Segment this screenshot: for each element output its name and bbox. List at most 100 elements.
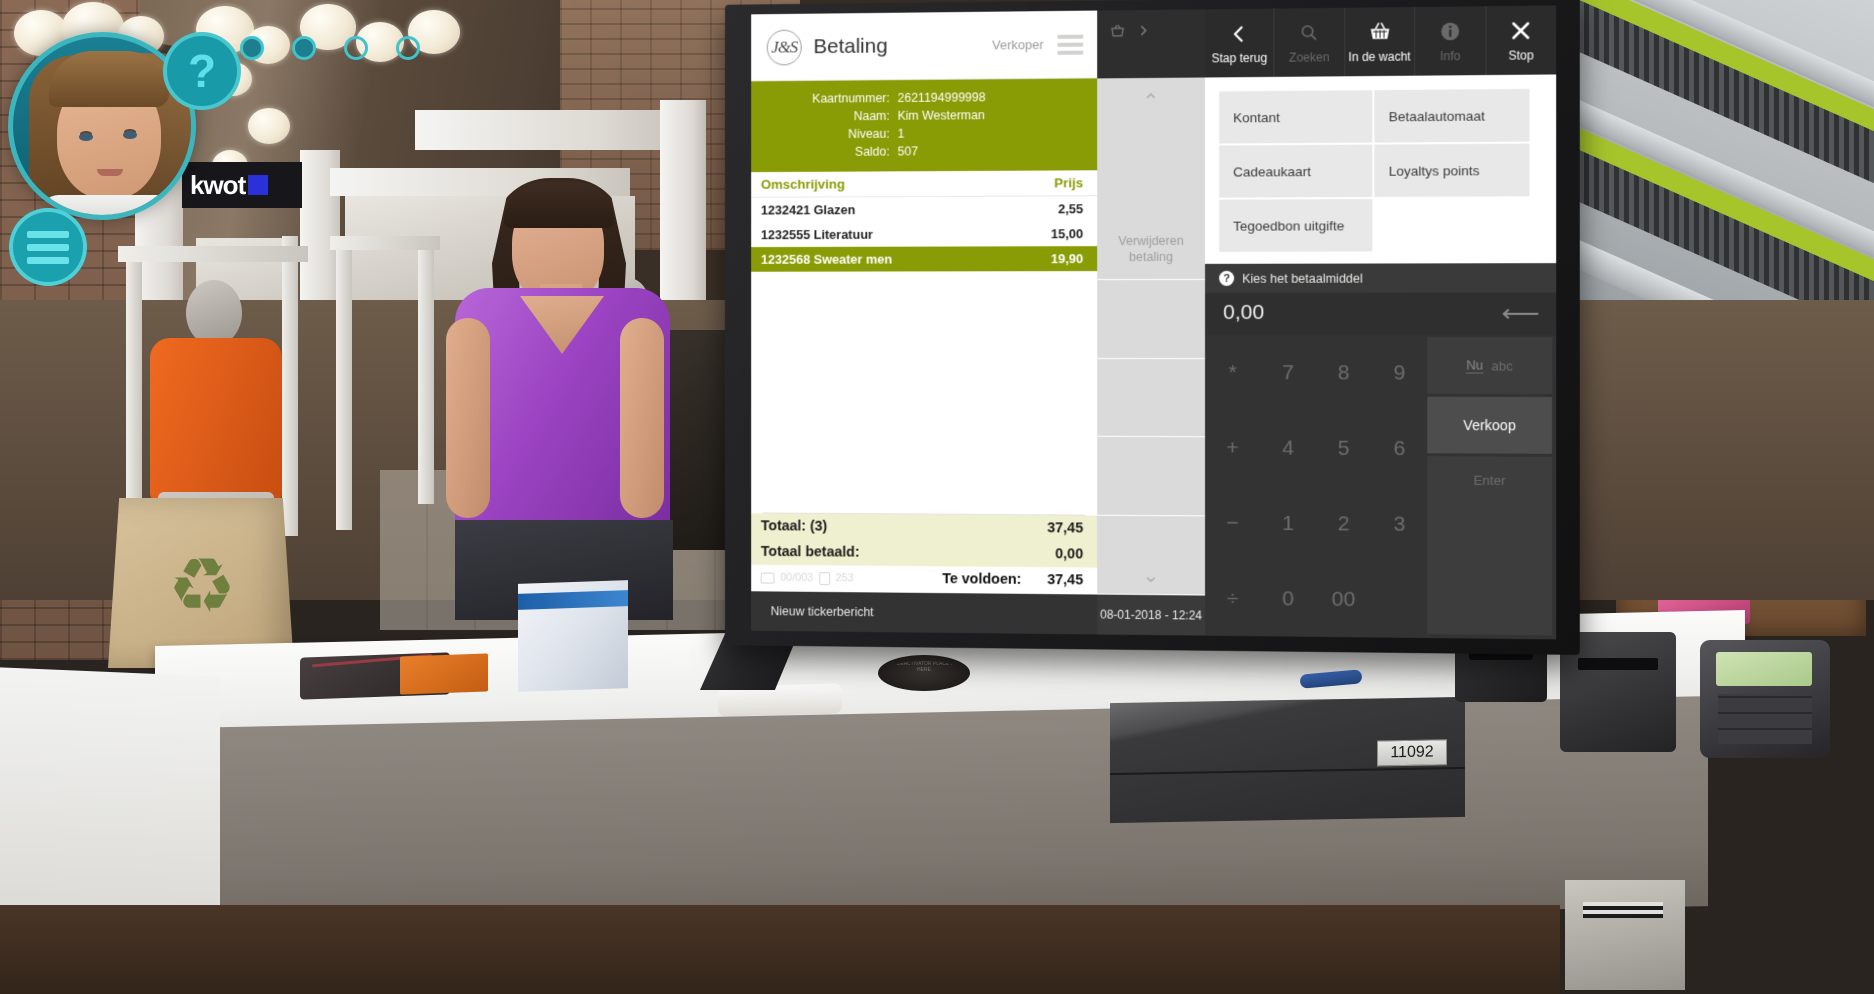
toolbar-stop-label: Stop <box>1508 47 1534 63</box>
ticker-bar[interactable]: Nieuw tickerbericht <box>751 591 1098 635</box>
toolbar-step-back[interactable]: Stap terug <box>1205 8 1275 78</box>
line-price: 19,90 <box>1050 251 1084 267</box>
key-8[interactable]: 8 <box>1316 335 1372 411</box>
ticker-message: Nieuw tickerbericht <box>770 604 874 620</box>
sale-button[interactable]: Verkoop <box>1427 396 1553 454</box>
progress-dot[interactable] <box>292 36 316 60</box>
progress-dot[interactable] <box>344 36 368 60</box>
line-description: 1232555 Literatuur <box>760 226 873 243</box>
now-abc-button[interactable]: Nu abc <box>1427 337 1553 394</box>
remove-payment-button[interactable]: ⌃ Verwijderen betaling <box>1097 77 1206 279</box>
action-button-empty[interactable] <box>1097 279 1206 358</box>
drawer-seam <box>1110 766 1465 776</box>
key-9[interactable]: 9 <box>1371 335 1427 411</box>
menu-button[interactable] <box>9 208 87 286</box>
key-4[interactable]: 4 <box>1260 410 1315 486</box>
payment-method-label: Loyaltys points <box>1388 162 1480 179</box>
key-7[interactable]: 7 <box>1260 335 1315 410</box>
receipt-icon <box>818 571 830 585</box>
toolbar-info[interactable]: Info <box>1415 6 1487 76</box>
hamburger-icon <box>27 230 69 238</box>
prop-desk-phone <box>1700 640 1830 758</box>
brand-logo-text: J&S <box>771 37 798 57</box>
key-divide[interactable]: ÷ <box>1205 560 1260 636</box>
receipt-panel: J&S Betaling Verkoper Kaartnummer: 26211… <box>751 10 1098 635</box>
receipt-line-item[interactable]: 1232555 Literatuur 15,00 <box>751 221 1097 247</box>
mannequin-head <box>186 280 242 346</box>
action-button-empty[interactable]: ⌄ <box>1097 515 1206 595</box>
chevron-up-icon[interactable]: ⌃ <box>1097 91 1205 113</box>
progress-dot[interactable] <box>240 36 264 60</box>
backspace-icon[interactable]: ⟵ <box>1502 298 1540 328</box>
key-blank <box>1371 562 1427 638</box>
payment-prompt-text: Kies het betaalmiddel <box>1242 271 1363 286</box>
facade-beam <box>415 110 675 150</box>
key-0[interactable]: 0 <box>1260 561 1315 637</box>
hamburger-icon[interactable] <box>1057 34 1084 55</box>
total-paid-row: Totaal betaald: 0,00 <box>751 539 1097 568</box>
hamburger-icon <box>27 256 69 264</box>
store-sign-label: kwot <box>190 169 246 200</box>
action-button-empty[interactable] <box>1097 437 1206 516</box>
amount-input-field[interactable]: 0,00 ⟵ <box>1205 292 1557 336</box>
column-header-description: Omschrijving <box>760 176 845 192</box>
pos-screen: J&S Betaling Verkoper Kaartnummer: 26211… <box>751 5 1557 640</box>
key-double-zero[interactable]: 00 <box>1316 561 1372 637</box>
cart-count: 00/003 <box>780 571 814 584</box>
chevron-down-icon[interactable]: ⌄ <box>1097 565 1205 587</box>
payment-method-cash[interactable]: Kontant <box>1219 90 1373 144</box>
prop-cash-drawer: 11092 <box>1110 696 1465 824</box>
avatar-bangs <box>49 51 169 107</box>
progress-dot[interactable] <box>396 36 420 60</box>
toolbar-search-label: Zoeken <box>1289 49 1330 65</box>
card-name-label: Naam: <box>853 108 890 124</box>
info-icon <box>1439 19 1460 43</box>
key-5[interactable]: 5 <box>1316 411 1372 487</box>
column-header-price: Prijs <box>1054 175 1084 191</box>
enter-button[interactable]: Enter <box>1427 456 1553 636</box>
total-label: Totaal: (3) <box>760 518 828 535</box>
payment-method-voucher[interactable]: Tegoedbon uitgifte <box>1219 199 1373 252</box>
key-6[interactable]: 6 <box>1371 411 1427 487</box>
prop-security-tag: EAS DEACTIVATOR PLACE ITEM HERE <box>878 655 970 691</box>
key-1[interactable]: 1 <box>1260 486 1315 562</box>
action-button-empty[interactable] <box>1097 358 1206 437</box>
payment-method-terminal[interactable]: Betaalautomaat <box>1374 88 1530 143</box>
payment-method-label: Kontant <box>1233 109 1280 125</box>
phone-screen <box>1716 652 1812 686</box>
key-2[interactable]: 2 <box>1316 486 1372 562</box>
payment-method-giftcard[interactable]: Cadeaukaart <box>1219 144 1373 198</box>
toolbar-stop[interactable]: Stop <box>1486 5 1556 75</box>
key-multiply[interactable]: * <box>1205 335 1260 410</box>
amount-due-value: 37,45 <box>1047 572 1084 589</box>
payment-method-loyalty[interactable]: Loyaltys points <box>1374 143 1530 197</box>
chevron-right-icon <box>1140 25 1147 35</box>
card-info-row: Saldo: 507 <box>751 141 1079 161</box>
toolbar-hold-label: In de wacht <box>1348 48 1411 64</box>
store-sign: kwot <box>182 162 302 208</box>
card-level-value: 1 <box>897 126 905 141</box>
receipt-line-list[interactable]: 1232421 Glazen 2,55 1232555 Literatuur 1… <box>751 196 1098 515</box>
rack-bar <box>118 246 308 262</box>
basket-icon <box>1368 20 1391 44</box>
blossom <box>248 108 290 144</box>
line-price: 2,55 <box>1058 201 1084 217</box>
card-level-label: Niveau: <box>848 126 890 141</box>
chevron-left-icon <box>1229 21 1249 45</box>
card-number-label: Kaartnummer: <box>812 91 890 106</box>
brand-logo-icon: J&S <box>766 29 802 65</box>
key-minus[interactable]: − <box>1205 485 1260 561</box>
action-column: ⌃ Verwijderen betaling ⌄ 08-01-2018 - 12… <box>1097 9 1206 636</box>
rack-bar <box>330 236 440 250</box>
rack-post <box>336 240 352 530</box>
toolbar-search[interactable]: Zoeken <box>1274 7 1345 77</box>
key-plus[interactable]: + <box>1205 410 1260 485</box>
recycle-icon: ♻ <box>167 544 237 629</box>
help-button[interactable]: ? <box>163 32 241 110</box>
receipt-line-item[interactable]: 1232421 Glazen 2,55 <box>751 196 1097 222</box>
clerk-bangs <box>504 182 614 228</box>
toolbar-hold-transaction[interactable]: In de wacht <box>1344 7 1416 77</box>
receipt-line-item-selected[interactable]: 1232568 Sweater men 19,90 <box>751 246 1098 272</box>
key-3[interactable]: 3 <box>1371 486 1427 562</box>
action-column-spacer <box>1097 49 1205 78</box>
